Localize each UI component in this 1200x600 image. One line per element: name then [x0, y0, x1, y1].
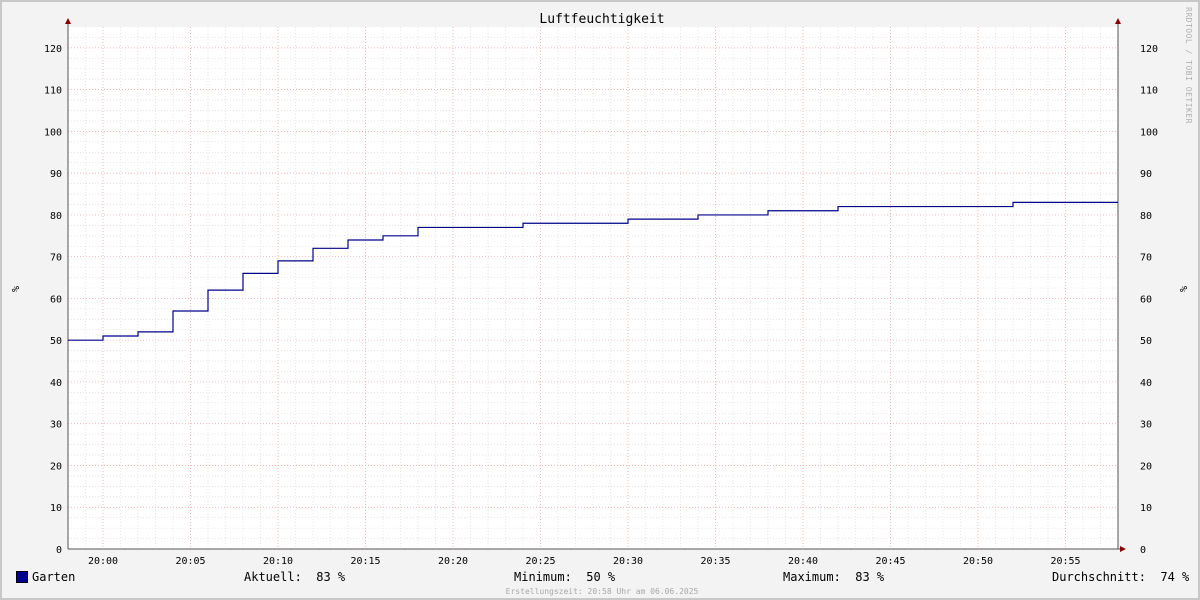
- y-tick-label-right: 60: [1140, 294, 1152, 305]
- y-tick-label-left: 50: [50, 336, 62, 347]
- x-tick-label: 20:50: [963, 556, 993, 567]
- legend-row: Garten Aktuell: 83 % Minimum: 50 % Maxim…: [2, 570, 1200, 586]
- y-axis-label-right: %: [1177, 286, 1188, 292]
- y-tick-label-right: 90: [1140, 169, 1152, 180]
- y-tick-label-left: 80: [50, 211, 62, 222]
- y-tick-label-right: 0: [1140, 545, 1146, 556]
- chart-canvas: 0 0 10 10 20 20 30 30 40 40 50 50 60 60 70 70 80 80 90 90 10…: [9, 18, 1188, 567]
- y-tick-label-right: 80: [1140, 211, 1152, 222]
- y-tick-label-right: 70: [1140, 253, 1152, 264]
- x-tick-label: 20:05: [175, 556, 205, 567]
- y-tick-label-right: 30: [1140, 420, 1152, 431]
- y-tick-label-left: 60: [50, 294, 62, 305]
- x-tick-label: 20:45: [875, 556, 905, 567]
- y-tick-label-right: 110: [1140, 86, 1158, 97]
- y-tick-label-right: 50: [1140, 336, 1152, 347]
- y-tick-label-left: 20: [50, 461, 62, 472]
- x-tick-label: 20:15: [350, 556, 380, 567]
- y-axis-arrow-right: [1115, 18, 1121, 24]
- y-tick-label-left: 90: [50, 169, 62, 180]
- y-tick-label-right: 10: [1140, 503, 1152, 514]
- x-tick-label: 20:55: [1050, 556, 1080, 567]
- y-axis-label-left: %: [9, 286, 20, 292]
- x-tick-label: 20:10: [263, 556, 293, 567]
- y-tick-label-left: 70: [50, 253, 62, 264]
- legend-durchschnitt: Durchschnitt: 74 %: [1052, 570, 1190, 584]
- x-tick-label: 20:30: [613, 556, 643, 567]
- graph-frame: Luftfeuchtigkeit RRDTOOL / TOBI OETIKER …: [0, 0, 1200, 600]
- y-tick-label-left: 120: [44, 44, 62, 55]
- x-tick-label: 20:40: [788, 556, 818, 567]
- legend-swatch-garten: [16, 571, 28, 583]
- y-tick-label-left: 30: [50, 420, 62, 431]
- y-tick-label-right: 20: [1140, 461, 1152, 472]
- legend-minimum: Minimum: 50 %: [514, 570, 616, 584]
- y-tick-label-right: 120: [1140, 44, 1158, 55]
- y-tick-label-left: 40: [50, 378, 62, 389]
- y-tick-label-left: 0: [56, 545, 62, 556]
- y-axis-arrow-left: [65, 18, 71, 24]
- x-tick-label: 20:00: [88, 556, 118, 567]
- y-tick-label-right: 100: [1140, 127, 1158, 138]
- creation-time-footer: Erstellungszeit: 20:58 Uhr am 06.06.2025: [505, 587, 699, 596]
- x-tick-label: 20:25: [525, 556, 555, 567]
- legend-series-name: Garten: [32, 570, 76, 584]
- x-tick-label: 20:35: [700, 556, 730, 567]
- y-tick-label-left: 10: [50, 503, 62, 514]
- y-tick-label-left: 100: [44, 127, 62, 138]
- legend-maximum: Maximum: 83 %: [783, 570, 885, 584]
- x-tick-label: 20:20: [438, 556, 468, 567]
- grid-layer: [68, 27, 1118, 549]
- x-axis-arrow: [1120, 546, 1126, 552]
- y-tick-label-right: 40: [1140, 378, 1152, 389]
- legend-aktuell: Aktuell: 83 %: [244, 570, 346, 584]
- y-tick-label-left: 110: [44, 86, 62, 97]
